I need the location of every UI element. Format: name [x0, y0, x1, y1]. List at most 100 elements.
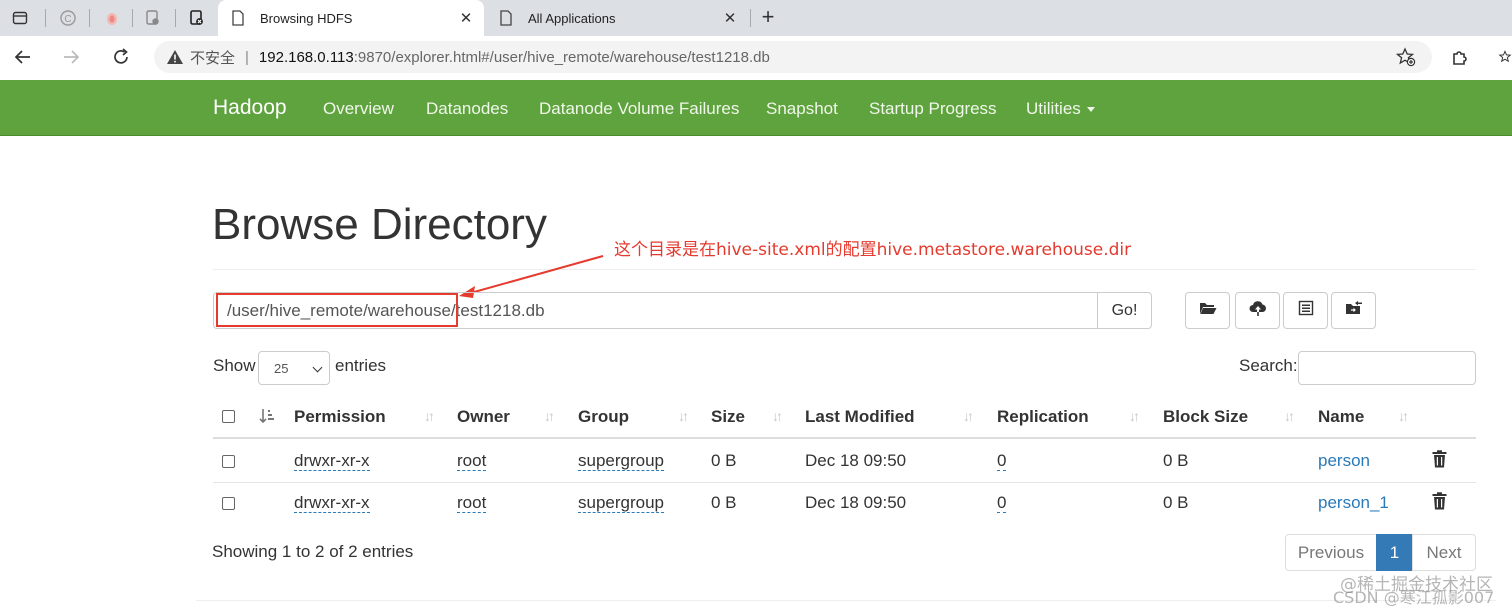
reload-icon[interactable] — [108, 44, 134, 70]
cloud-upload-icon — [1249, 300, 1267, 321]
tab-all-applications[interactable]: All Applications ✕ — [486, 0, 748, 36]
tab-label: All Applications — [528, 10, 616, 26]
chevron-down-icon — [312, 362, 323, 373]
pagination-page-1[interactable]: 1 — [1376, 534, 1413, 571]
folder-open-icon — [1199, 300, 1217, 321]
sort-icon[interactable]: ↓↑ — [963, 408, 974, 424]
list-icon — [1298, 300, 1314, 321]
column-header-permission[interactable]: Permission — [294, 407, 386, 427]
cell-group[interactable]: supergroup — [578, 451, 665, 471]
sort-icon[interactable]: ↓↑ — [1129, 408, 1140, 424]
pinned-tab-icon[interactable]: C — [56, 6, 80, 30]
upload-button[interactable] — [1235, 292, 1280, 329]
new-tab-button[interactable]: + — [757, 4, 779, 30]
annotation-text: 这个目录是在hive-site.xml的配置hive.metastore.war… — [614, 240, 1132, 260]
column-header-size[interactable]: Size — [711, 407, 745, 427]
nav-utilities-label: Utilities — [1026, 99, 1081, 118]
hadoop-navbar: Hadoop Overview Datanodes Datanode Volum… — [0, 80, 1512, 136]
row-checkbox[interactable] — [222, 497, 235, 510]
column-header-name[interactable]: Name — [1318, 407, 1364, 427]
svg-text:C: C — [64, 14, 71, 25]
cell-permission[interactable]: drwxr-xr-x — [294, 451, 370, 471]
cell-group[interactable]: supergroup — [578, 493, 665, 513]
cell-permission[interactable]: drwxr-xr-x — [294, 493, 370, 513]
tab-separator — [89, 9, 90, 27]
tab-browsing-hdfs[interactable]: Browsing HDFS ✕ — [218, 0, 484, 36]
document-icon — [230, 10, 246, 26]
sort-asc-icon[interactable] — [259, 408, 275, 427]
table-info: Showing 1 to 2 of 2 entries — [212, 542, 414, 561]
sort-icon[interactable]: ↓↑ — [424, 408, 435, 424]
tab-separator — [132, 9, 133, 27]
sort-icon[interactable]: ↓↑ — [1284, 408, 1295, 424]
trash-icon[interactable] — [1432, 450, 1448, 468]
nav-startup-progress[interactable]: Startup Progress — [869, 99, 997, 119]
cell-size: 0 B — [711, 451, 737, 470]
cell-name-link[interactable]: person — [1318, 451, 1370, 471]
select-all-checkbox[interactable] — [222, 410, 235, 423]
sort-icon[interactable]: ↓↑ — [678, 408, 689, 424]
go-button[interactable]: Go! — [1097, 292, 1152, 329]
column-header-replication[interactable]: Replication — [997, 407, 1089, 427]
annotation-highlight-box — [216, 293, 458, 327]
warning-icon[interactable] — [166, 48, 184, 66]
column-header-owner[interactable]: Owner — [457, 407, 510, 427]
cell-last-modified: Dec 18 09:50 — [805, 451, 907, 470]
pinned-tab-icon[interactable] — [185, 6, 209, 30]
favorites-icon[interactable] — [1498, 46, 1512, 68]
add-favorite-icon[interactable] — [1395, 47, 1416, 67]
cell-owner[interactable]: root — [457, 493, 487, 513]
table-header-divider — [213, 437, 1476, 439]
row-checkbox[interactable] — [222, 455, 235, 468]
title-divider — [213, 269, 1476, 270]
extensions-icon[interactable] — [1449, 46, 1471, 68]
list-view-button[interactable] — [1283, 292, 1328, 329]
page-title: Browse Directory — [212, 200, 547, 249]
url-host: 192.168.0.113 — [258, 48, 354, 66]
close-icon[interactable]: ✕ — [720, 9, 740, 27]
nav-datanode-volume-failures[interactable]: Datanode Volume Failures — [539, 99, 739, 119]
sort-icon[interactable]: ↓↑ — [1398, 408, 1409, 424]
hadoop-brand[interactable]: Hadoop — [213, 96, 287, 120]
nav-utilities[interactable]: Utilities — [1026, 99, 1095, 119]
cell-name-link[interactable]: person_1 — [1318, 493, 1389, 513]
trash-icon[interactable] — [1432, 492, 1448, 510]
create-directory-button[interactable] — [1185, 292, 1230, 329]
tab-label: Browsing HDFS — [260, 10, 353, 26]
column-header-block-size[interactable]: Block Size — [1163, 407, 1248, 427]
cell-replication[interactable]: 0 — [997, 493, 1007, 513]
column-header-last-modified[interactable]: Last Modified — [805, 407, 915, 427]
row-divider — [213, 482, 1476, 483]
forward-icon[interactable] — [58, 44, 84, 70]
cell-owner[interactable]: root — [457, 451, 487, 471]
sort-icon[interactable]: ↓↑ — [772, 408, 783, 424]
sort-icon[interactable]: ↓↑ — [544, 408, 555, 424]
show-label: Show — [213, 356, 256, 375]
page-length-select[interactable]: 25 — [258, 351, 330, 385]
tab-separator — [750, 9, 751, 27]
document-icon — [498, 10, 514, 26]
pinned-tab-icon[interactable] — [100, 6, 124, 30]
cell-block-size: 0 B — [1163, 493, 1189, 512]
cell-last-modified: Dec 18 09:50 — [805, 493, 907, 512]
caret-down-icon — [1086, 107, 1095, 113]
nav-overview[interactable]: Overview — [323, 99, 394, 119]
pagination-next[interactable]: Next — [1412, 534, 1476, 571]
close-icon[interactable]: ✕ — [456, 9, 476, 27]
search-input[interactable] — [1298, 351, 1476, 385]
nav-snapshot[interactable]: Snapshot — [766, 99, 838, 119]
page-length-value: 25 — [274, 360, 289, 376]
address-bar[interactable]: 不安全 | 192.168.0.113:9870/explorer.html#/… — [154, 41, 1432, 73]
pagination-previous[interactable]: Previous — [1285, 534, 1377, 571]
footer-divider — [196, 600, 1496, 601]
pinned-tab-icon[interactable] — [141, 6, 165, 30]
cell-replication[interactable]: 0 — [997, 451, 1007, 471]
search-label: Search: — [1239, 356, 1298, 375]
move-button[interactable] — [1331, 292, 1376, 329]
back-icon[interactable] — [10, 44, 36, 70]
column-header-group[interactable]: Group — [578, 407, 629, 427]
entries-label: entries — [335, 356, 387, 375]
nav-datanodes[interactable]: Datanodes — [426, 99, 508, 119]
tab-actions-icon[interactable] — [8, 6, 32, 30]
url-path: :9870/explorer.html#/user/hive_remote/wa… — [353, 48, 770, 66]
